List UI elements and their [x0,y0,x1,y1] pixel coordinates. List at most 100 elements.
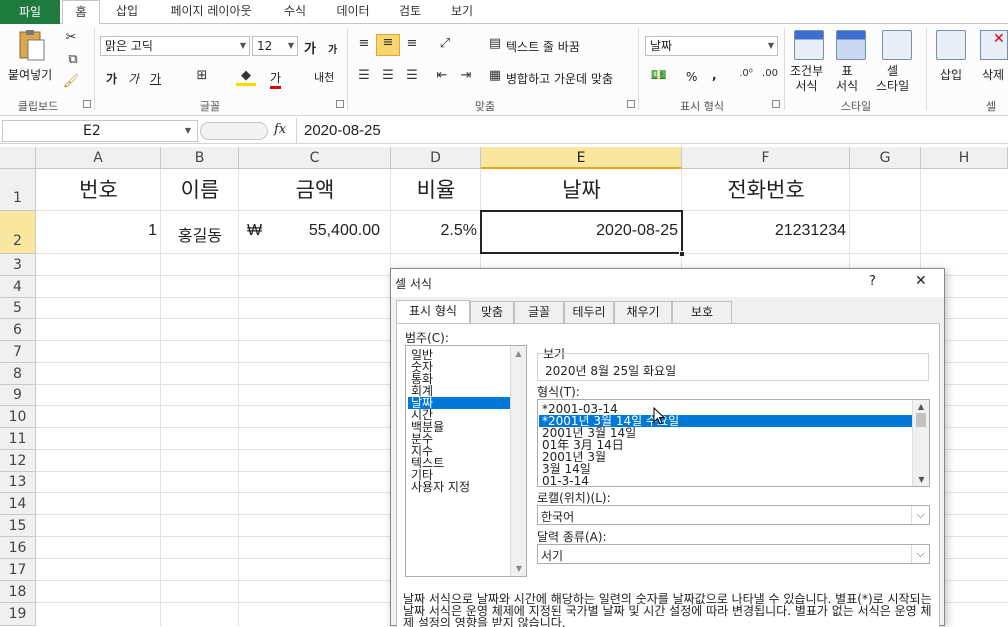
cell-b1[interactable]: 이름 [161,174,239,204]
phonetic-button[interactable]: 내천 [314,69,334,85]
tab-home[interactable]: 홈 [62,0,100,25]
delete-cells-icon[interactable]: ✕ [980,30,1008,60]
column-header-a[interactable]: A [36,147,161,169]
align-center-icon[interactable]: ☰ [378,68,398,83]
orientation-icon[interactable]: ⤢ [430,36,460,51]
cell-d2[interactable]: 2.5% [391,222,477,240]
close-button[interactable]: ✕ [915,273,927,289]
row-header-15[interactable]: 15 [0,515,36,537]
tab-font[interactable]: 글꼴 [514,301,564,323]
row-header-16[interactable]: 16 [0,537,36,559]
conditional-formatting-icon[interactable] [794,30,824,60]
column-header-c[interactable]: C [239,147,391,169]
row-header-11[interactable]: 11 [0,428,36,450]
tab-border[interactable]: 테두리 [564,301,614,323]
row-header-5[interactable]: 5 [0,298,36,319]
grow-font-button[interactable]: 가 [304,38,316,57]
row-header-12[interactable]: 12 [0,450,36,472]
conditional-formatting-button[interactable]: 조건부 서식 [790,64,823,94]
cell-f2[interactable]: 21231234 [682,222,846,240]
chevron-down-icon[interactable]: ▼ [511,564,527,573]
wrap-text-button[interactable]: 텍스트 줄 바꿈 [506,38,580,55]
row-header-17[interactable]: 17 [0,559,36,581]
border-icon[interactable]: ⊞ [192,68,212,83]
chevron-up-icon[interactable]: ▲ [511,349,526,358]
column-header-h[interactable]: H [921,147,1008,169]
name-box[interactable]: E2 ▼ [2,120,198,142]
fill-color-icon[interactable]: ◆ [236,68,256,86]
category-listbox[interactable]: 일반 숫자 통화 회계 날짜 시간 백분율 분수 지수 텍스트 기타 사용자 지… [405,345,527,577]
percent-button[interactable]: % [686,70,697,84]
format-as-table-button[interactable]: 표 서식 [836,64,858,94]
clipboard-launcher-icon[interactable] [83,100,91,108]
font-color-button[interactable]: 가 [270,69,282,89]
cell-c2[interactable]: 55,400.00 [260,222,380,240]
delete-cells-button[interactable]: 삭제 [982,66,1004,83]
chevron-up-icon[interactable]: ▲ [913,402,929,411]
tab-file[interactable]: 파일 [0,0,60,24]
cut-icon[interactable]: ✂ [62,30,80,45]
comma-button[interactable]: , [712,68,717,82]
tab-review[interactable]: 검토 [388,0,432,24]
bold-button[interactable]: 가 [106,70,117,87]
cell-e2[interactable]: 2020-08-25 [481,222,678,240]
alignment-launcher-icon[interactable] [627,100,635,108]
row-header-10[interactable]: 10 [0,406,36,428]
cell-f1[interactable]: 전화번호 [682,174,850,204]
column-header-e[interactable]: E [481,147,682,169]
type-item[interactable]: 3월 14일 [539,463,912,475]
cell-b2[interactable]: 홍길동 [161,222,239,246]
row-header-13[interactable]: 13 [0,472,36,493]
cell-d1[interactable]: 비율 [391,174,481,204]
align-bottom-icon[interactable]: ≡ [402,36,422,51]
align-left-icon[interactable]: ☰ [354,68,374,83]
tab-number-format[interactable]: 표시 형식 [396,300,470,324]
cell-styles-icon[interactable] [882,30,912,60]
column-header-f[interactable]: F [682,147,850,169]
row-header-9[interactable]: 9 [0,385,36,406]
cell-c1[interactable]: 금액 [239,174,391,204]
paste-button[interactable] [14,28,50,64]
formula-bar-expander[interactable] [200,122,268,140]
format-as-table-icon[interactable] [836,30,866,60]
copy-icon[interactable]: ⧉ [62,52,84,67]
insert-cells-icon[interactable] [936,30,966,60]
column-header-d[interactable]: D [391,147,481,169]
tab-insert[interactable]: 삽입 [106,0,148,24]
row-header-18[interactable]: 18 [0,581,36,603]
cell-a2[interactable]: 1 [36,222,157,240]
font-launcher-icon[interactable] [336,100,344,108]
row-header-1[interactable]: 1 [0,169,36,211]
number-launcher-icon[interactable] [772,100,780,108]
tab-protection[interactable]: 보호 [672,301,732,323]
tab-formulas[interactable]: 수식 [274,0,316,24]
tab-data[interactable]: 데이터 [326,0,380,24]
tab-alignment[interactable]: 맞춤 [470,301,514,323]
scrollbar-thumb[interactable] [916,413,926,427]
decrease-indent-icon[interactable]: ⇤ [432,68,452,83]
row-header-14[interactable]: 14 [0,493,36,515]
font-size-combo[interactable]: 12 ▼ [252,36,298,56]
chevron-down-icon[interactable]: ▼ [913,475,930,484]
insert-function-button[interactable]: fx [274,122,286,137]
increase-decimal-icon[interactable]: .0⁰ [736,68,756,79]
type-item[interactable]: 2001년 3월 [539,451,912,463]
row-header-3[interactable]: 3 [0,254,36,276]
tab-view[interactable]: 보기 [440,0,484,24]
type-listbox[interactable]: *2001-03-14 *2001년 3월 14일 수요일 2001년 3월 1… [537,399,930,487]
merge-center-button[interactable]: 병합하고 가운데 맞춤 [506,70,613,87]
select-all-corner[interactable] [0,147,36,169]
category-scrollbar[interactable]: ▲ ▼ [510,346,526,576]
format-painter-icon[interactable]: 🖌 [62,74,80,89]
cell-a1[interactable]: 번호 [36,174,161,204]
underline-button[interactable]: 가 [150,70,161,87]
row-header-6[interactable]: 6 [0,319,36,341]
formula-input[interactable]: 2020-08-25 [304,122,381,139]
align-top-icon[interactable]: ≡ [354,36,374,51]
decrease-decimal-icon[interactable]: .00 [760,68,780,79]
align-middle-icon[interactable]: ≡ [376,34,400,56]
italic-button[interactable]: 가 [128,70,139,87]
row-header-2[interactable]: 2 [0,211,36,254]
cell-e1[interactable]: 날짜 [481,174,682,204]
tab-fill[interactable]: 채우기 [614,301,672,323]
